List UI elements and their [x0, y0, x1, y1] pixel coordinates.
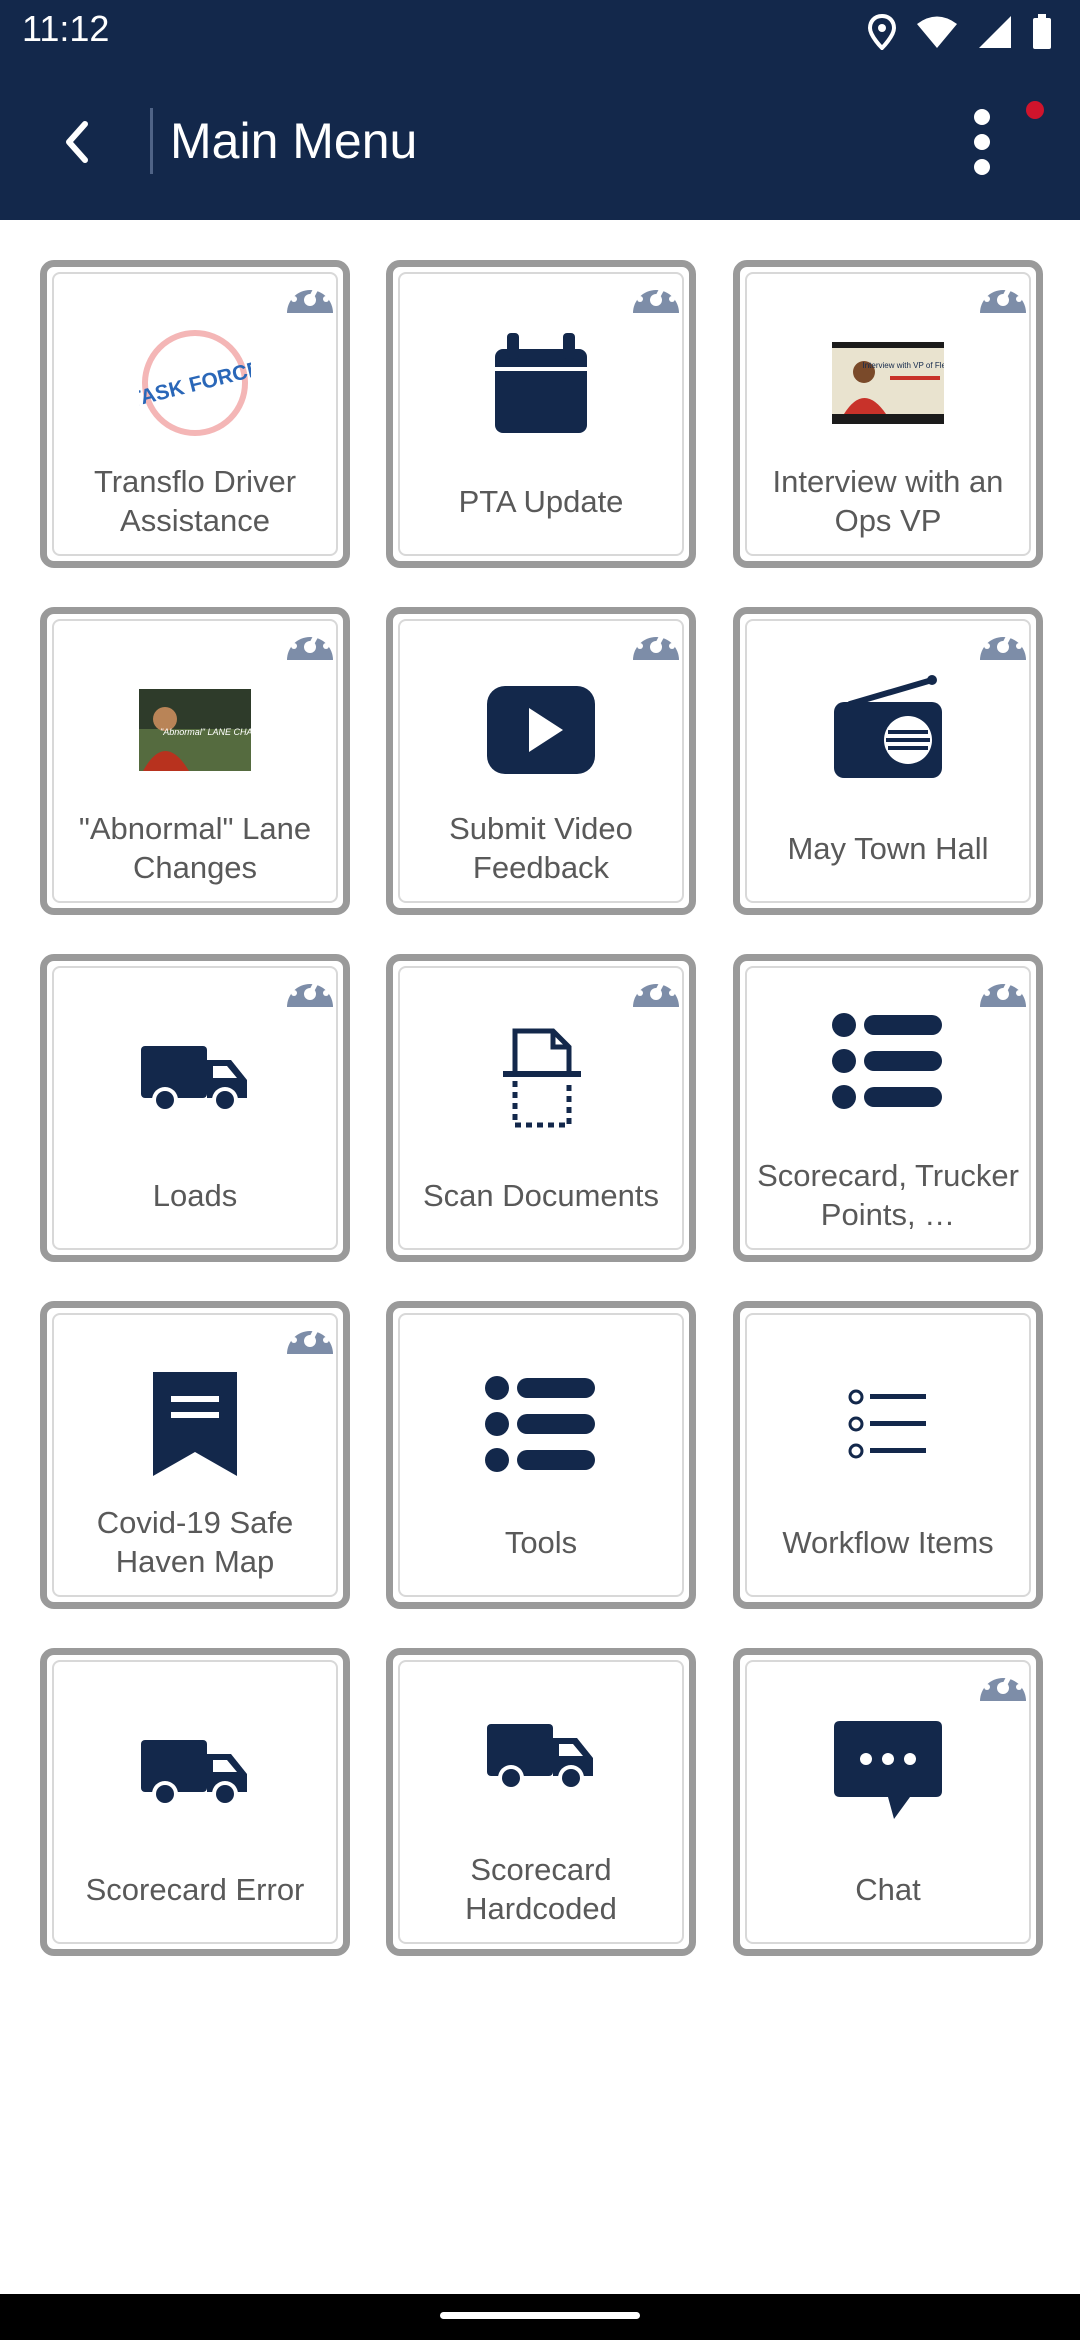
thumbnail-caption: "Abnormal" LANE CHANGES: [160, 727, 251, 737]
gauge-icon: [633, 279, 679, 313]
tile-tools[interactable]: Tools: [386, 1301, 696, 1609]
tile-loads[interactable]: Loads: [40, 954, 350, 1262]
video-thumbnail-interview: Interview with VP of Fleet Ops: [740, 323, 1036, 443]
truck-icon: [47, 1711, 343, 1831]
thumbnail-caption: Interview with VP of Fleet Ops: [862, 361, 944, 370]
notification-dot: [1026, 101, 1044, 119]
tile-label: "Abnormal" Lane Changes: [78, 811, 312, 885]
gauge-icon: [633, 973, 679, 1007]
gauge-icon: [980, 1667, 1026, 1701]
video-thumbnail-lane-changes: "Abnormal" LANE CHANGES: [47, 670, 343, 790]
tile-label: Scorecard, Trucker Points, …: [757, 1158, 1019, 1232]
tile-label: Chat: [855, 1871, 921, 1907]
play-video-icon: [393, 670, 689, 790]
tile-transflo-driver-assistance[interactable]: TASK FORCE Transflo Driver Assistance: [40, 260, 350, 568]
home-gesture-handle[interactable]: [440, 2312, 640, 2319]
list-icon: [393, 1364, 689, 1484]
tile-scan-documents[interactable]: Scan Documents: [386, 954, 696, 1262]
wifi-icon: [917, 16, 957, 48]
truck-icon: [47, 1017, 343, 1137]
gauge-icon: [980, 279, 1026, 313]
tile-scorecard-hardcoded[interactable]: Scorecard Hardcoded: [386, 1648, 696, 1956]
gauge-icon: [980, 626, 1026, 660]
list-icon: [740, 1001, 1036, 1121]
tile-label: Covid-19 Safe Haven Map: [96, 1505, 294, 1579]
tile-chat[interactable]: Chat: [733, 1648, 1043, 1956]
tile-label: Transflo Driver Assistance: [93, 464, 297, 538]
tile-submit-video-feedback[interactable]: Submit Video Feedback: [386, 607, 696, 915]
tile-label: PTA Update: [458, 483, 624, 519]
chat-icon: [740, 1711, 1036, 1831]
task-force-logo: TASK FORCE: [47, 323, 343, 443]
scan-document-icon: [393, 1017, 689, 1137]
tile-label: Interview with an Ops VP: [772, 464, 1004, 538]
tile-pta-update[interactable]: PTA Update: [386, 260, 696, 568]
tile-label: Submit Video Feedback: [449, 811, 633, 885]
gauge-icon: [287, 626, 333, 660]
status-icons: [868, 12, 1052, 52]
tile-scorecard-trucker-points[interactable]: Scorecard, Trucker Points, …: [733, 954, 1043, 1262]
tile-label: Scan Documents: [422, 1177, 660, 1213]
tile-scorecard-error[interactable]: Scorecard Error: [40, 1648, 350, 1956]
tile-label: Scorecard Error: [85, 1871, 305, 1907]
task-force-logo-text: TASK FORCE: [139, 357, 251, 412]
gauge-icon: [633, 626, 679, 660]
title-divider: [150, 108, 153, 174]
tile-label: May Town Hall: [787, 830, 989, 866]
tile-label: Scorecard Hardcoded: [465, 1852, 617, 1926]
more-vert-icon: [974, 109, 990, 175]
back-button[interactable]: [40, 106, 112, 178]
gauge-icon: [287, 1320, 333, 1354]
tile-covid-safe-haven-map[interactable]: Covid-19 Safe Haven Map: [40, 1301, 350, 1609]
status-bar: 11:12: [0, 0, 1080, 64]
truck-icon: [393, 1695, 689, 1815]
page-title: Main Menu: [170, 113, 418, 169]
tile-may-town-hall[interactable]: May Town Hall: [733, 607, 1043, 915]
battery-icon: [1033, 14, 1051, 49]
tile-label: Tools: [504, 1524, 578, 1560]
tile-abnormal-lane-changes[interactable]: "Abnormal" LANE CHANGES "Abnormal" Lane …: [40, 607, 350, 915]
navigation-bar: [0, 2294, 1080, 2340]
calendar-icon: [393, 323, 689, 443]
gauge-icon: [287, 279, 333, 313]
tile-label: Loads: [152, 1177, 238, 1213]
cellular-signal-icon: [979, 16, 1011, 48]
checklist-icon: [740, 1364, 1036, 1484]
app-bar: Main Menu: [0, 64, 1080, 220]
tile-interview-ops-vp[interactable]: Interview with VP of Fleet Ops Interview…: [733, 260, 1043, 568]
gauge-icon: [287, 973, 333, 1007]
bookmark-icon: [47, 1364, 343, 1484]
tile-label: Workflow Items: [782, 1524, 994, 1560]
overflow-menu-button[interactable]: [946, 100, 1018, 184]
location-icon: [868, 14, 896, 50]
radio-icon: [740, 670, 1036, 790]
chevron-left-icon: [66, 121, 88, 163]
status-time: 11:12: [22, 8, 110, 49]
tile-workflow-items[interactable]: Workflow Items: [733, 1301, 1043, 1609]
